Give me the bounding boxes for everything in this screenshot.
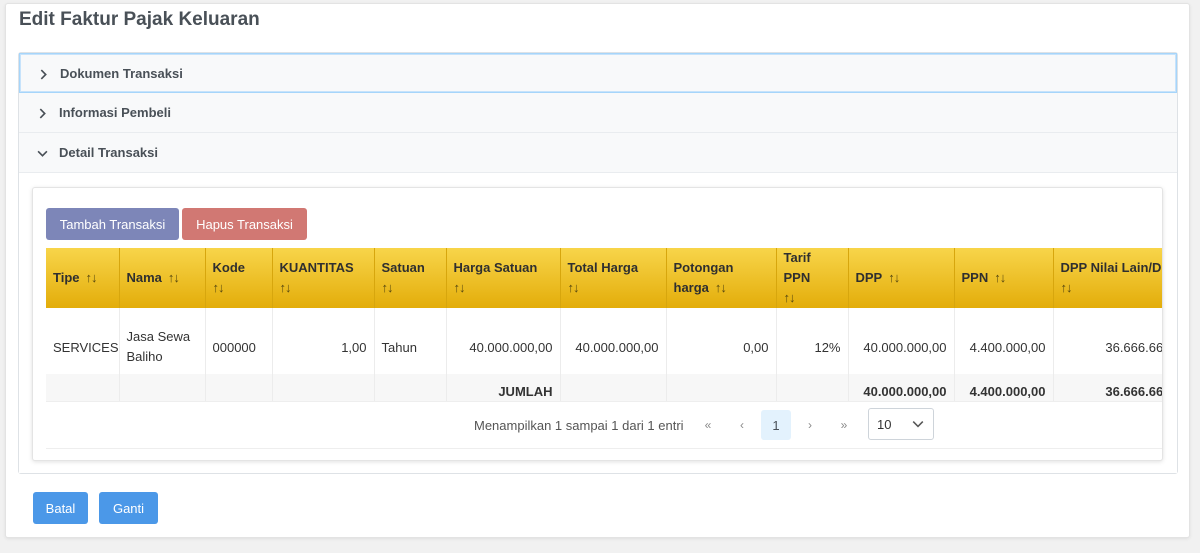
ganti-button[interactable]: Ganti [99, 492, 158, 524]
accordion-detail-transaksi[interactable]: Detail Transaksi [19, 133, 1177, 173]
hapus-transaksi-button[interactable]: Hapus Transaksi [182, 208, 307, 240]
chevron-down-icon [912, 418, 924, 433]
column-header-harga-satuan[interactable]: Harga Satuan ↑↓ [446, 248, 561, 308]
column-header-nama[interactable]: Nama ↑↓ [119, 248, 206, 308]
sort-icon[interactable]: ↑↓ [994, 270, 1006, 285]
cell-dpp-nilai-lain: 36.666.666,67 [1053, 320, 1162, 374]
accordion: Dokumen Transaksi Informasi Pembeli Deta… [18, 52, 1178, 474]
transaction-table-wrapper[interactable]: Tipe ↑↓ Nama ↑↓ Kode ↑↓ KUANTITAS ↑↓ Satuan ↑… [46, 248, 1163, 460]
transaction-panel: Tambah Transaksi Hapus Transaksi Tipe↑↓ [32, 187, 1163, 461]
column-header-kuantitas[interactable]: KUANTITAS ↑↓ [272, 248, 375, 308]
sort-icon[interactable]: ↑↓ [382, 278, 439, 298]
accordion-dokumen-transaksi[interactable]: Dokumen Transaksi [19, 53, 1177, 93]
accordion-label: Dokumen Transaksi [60, 65, 183, 81]
sort-icon[interactable]: ↑↓ [213, 278, 265, 298]
transaction-table: Tipe ↑↓ Nama ↑↓ Kode ↑↓ KUANTITAS ↑↓ Satuan ↑… [46, 248, 1163, 408]
column-header-dpp[interactable]: DPP ↑↓ [848, 248, 955, 308]
sort-icon[interactable]: ↑↓ [784, 288, 841, 308]
tambah-transaksi-button[interactable]: Tambah Transaksi [46, 208, 179, 240]
cell-tarif-ppn: 12% [776, 320, 849, 374]
column-header-ppn[interactable]: PPN ↑↓ [954, 248, 1054, 308]
column-header-total-harga[interactable]: Total Harga ↑↓ [560, 248, 667, 308]
column-header-dpp-nilai-lain[interactable]: DPP Nilai Lain/DPP↑↓ [1053, 248, 1163, 308]
sort-icon[interactable]: ↑↓ [1061, 278, 1163, 298]
accordion-label: Detail Transaksi [59, 145, 158, 160]
column-header-tipe[interactable]: Tipe ↑↓ [46, 248, 120, 308]
last-page-icon[interactable]: » [829, 410, 859, 440]
column-header-tarif-ppn[interactable]: Tarif PPN ↑↓ [776, 248, 849, 308]
sort-icon[interactable]: ↑↓ [280, 278, 367, 298]
cell-tipe: SERVICES [46, 320, 120, 374]
page-title: Edit Faktur Pajak Keluaran [19, 9, 260, 30]
cell-kode: 000000 [205, 320, 273, 374]
accordion-label: Informasi Pembeli [59, 105, 171, 120]
pagination-info: Menampilkan 1 sampai 1 dari 1 entri [474, 418, 684, 433]
page-button-current[interactable]: 1 [761, 410, 791, 440]
sort-icon[interactable]: ↑↓ [715, 280, 727, 295]
rows-per-page-select[interactable]: 10 [868, 408, 934, 440]
cell-kuantitas: 1,00 [272, 320, 375, 374]
cell-nama: Jasa Sewa Baliho [119, 320, 206, 374]
first-page-icon[interactable]: « [693, 410, 723, 440]
column-header-satuan[interactable]: Satuan ↑↓ [374, 248, 447, 308]
next-page-icon[interactable]: › [795, 410, 825, 440]
accordion-informasi-pembeli[interactable]: Informasi Pembeli [19, 93, 1177, 133]
batal-button[interactable]: Batal [33, 492, 88, 524]
cell-dpp: 40.000.000,00 [848, 320, 955, 374]
prev-page-icon[interactable]: ‹ [727, 410, 757, 440]
rows-per-page-value: 10 [877, 416, 892, 432]
chevron-right-icon [37, 105, 55, 121]
cell-potongan-harga: 0,00 [666, 320, 777, 374]
column-header-kode[interactable]: Kode ↑↓ [205, 248, 273, 308]
cell-ppn: 4.400.000,00 [954, 320, 1054, 374]
detail-transaksi-body: Tambah Transaksi Hapus Transaksi Tipe↑↓ [19, 175, 1177, 473]
sort-icon[interactable]: ↑↓ [86, 270, 98, 285]
cell-harga-satuan: 40.000.000,00 [446, 320, 561, 374]
pagination: Menampilkan 1 sampai 1 dari 1 entri « ‹ … [46, 401, 1162, 449]
sort-icon[interactable]: ↑↓ [168, 270, 180, 285]
column-header-potongan-harga[interactable]: Potongan harga ↑↓ [666, 248, 777, 308]
sort-icon[interactable]: ↑↓ [888, 270, 900, 285]
page-container: Edit Faktur Pajak Keluaran Dokumen Trans… [5, 3, 1190, 538]
sort-icon[interactable]: ↑↓ [454, 278, 553, 298]
sort-icon[interactable]: ↑↓ [568, 278, 659, 298]
cell-total-harga: 40.000.000,00 [560, 320, 667, 374]
chevron-down-icon [37, 145, 55, 161]
chevron-right-icon [38, 65, 56, 81]
table-row[interactable]: SERVICES Jasa Sewa Baliho 000000 1,00 Ta… [46, 320, 1162, 374]
table-header-row: Tipe ↑↓ Nama ↑↓ Kode ↑↓ KUANTITAS ↑↓ Satuan ↑… [46, 248, 1163, 308]
cell-satuan: Tahun [374, 320, 447, 374]
